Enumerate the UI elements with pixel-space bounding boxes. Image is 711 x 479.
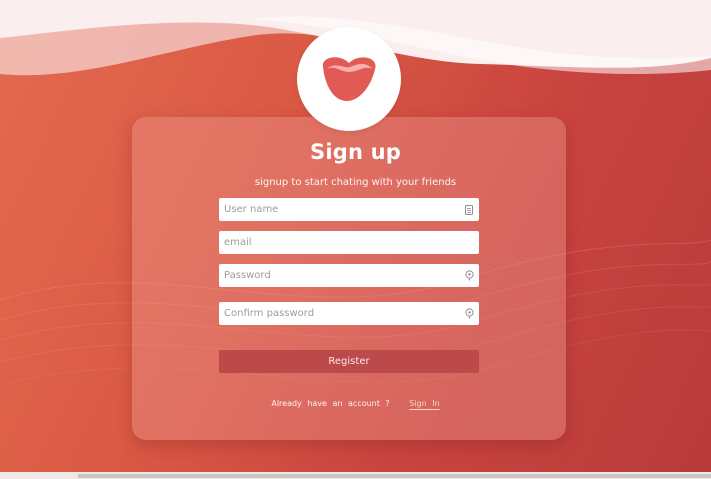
signin-link[interactable]: Sign In — [409, 399, 439, 408]
password-input[interactable] — [219, 264, 459, 287]
id-card-icon — [464, 204, 474, 215]
password-field[interactable] — [219, 264, 479, 287]
confirm-password-field[interactable] — [219, 302, 479, 325]
horizontal-scrollbar[interactable] — [0, 472, 711, 479]
username-field[interactable] — [219, 198, 479, 221]
page-subtitle: signup to start chating with your friend… — [254, 177, 457, 188]
signin-prompt-row: Already have an account ? Sign In — [0, 399, 711, 408]
scrollbar-thumb[interactable] — [78, 474, 711, 478]
email-input[interactable] — [219, 231, 459, 254]
confirm-password-input[interactable] — [219, 302, 459, 325]
page-title: Sign up — [310, 140, 401, 164]
username-input[interactable] — [219, 198, 459, 221]
lock-icon — [464, 308, 474, 319]
email-field[interactable] — [219, 231, 479, 254]
logo — [297, 27, 401, 131]
lock-icon — [464, 270, 474, 281]
heart-blob-icon — [322, 57, 376, 101]
account-prompt-text: Already have an account ? — [271, 399, 390, 408]
register-button[interactable]: Register — [219, 350, 479, 373]
